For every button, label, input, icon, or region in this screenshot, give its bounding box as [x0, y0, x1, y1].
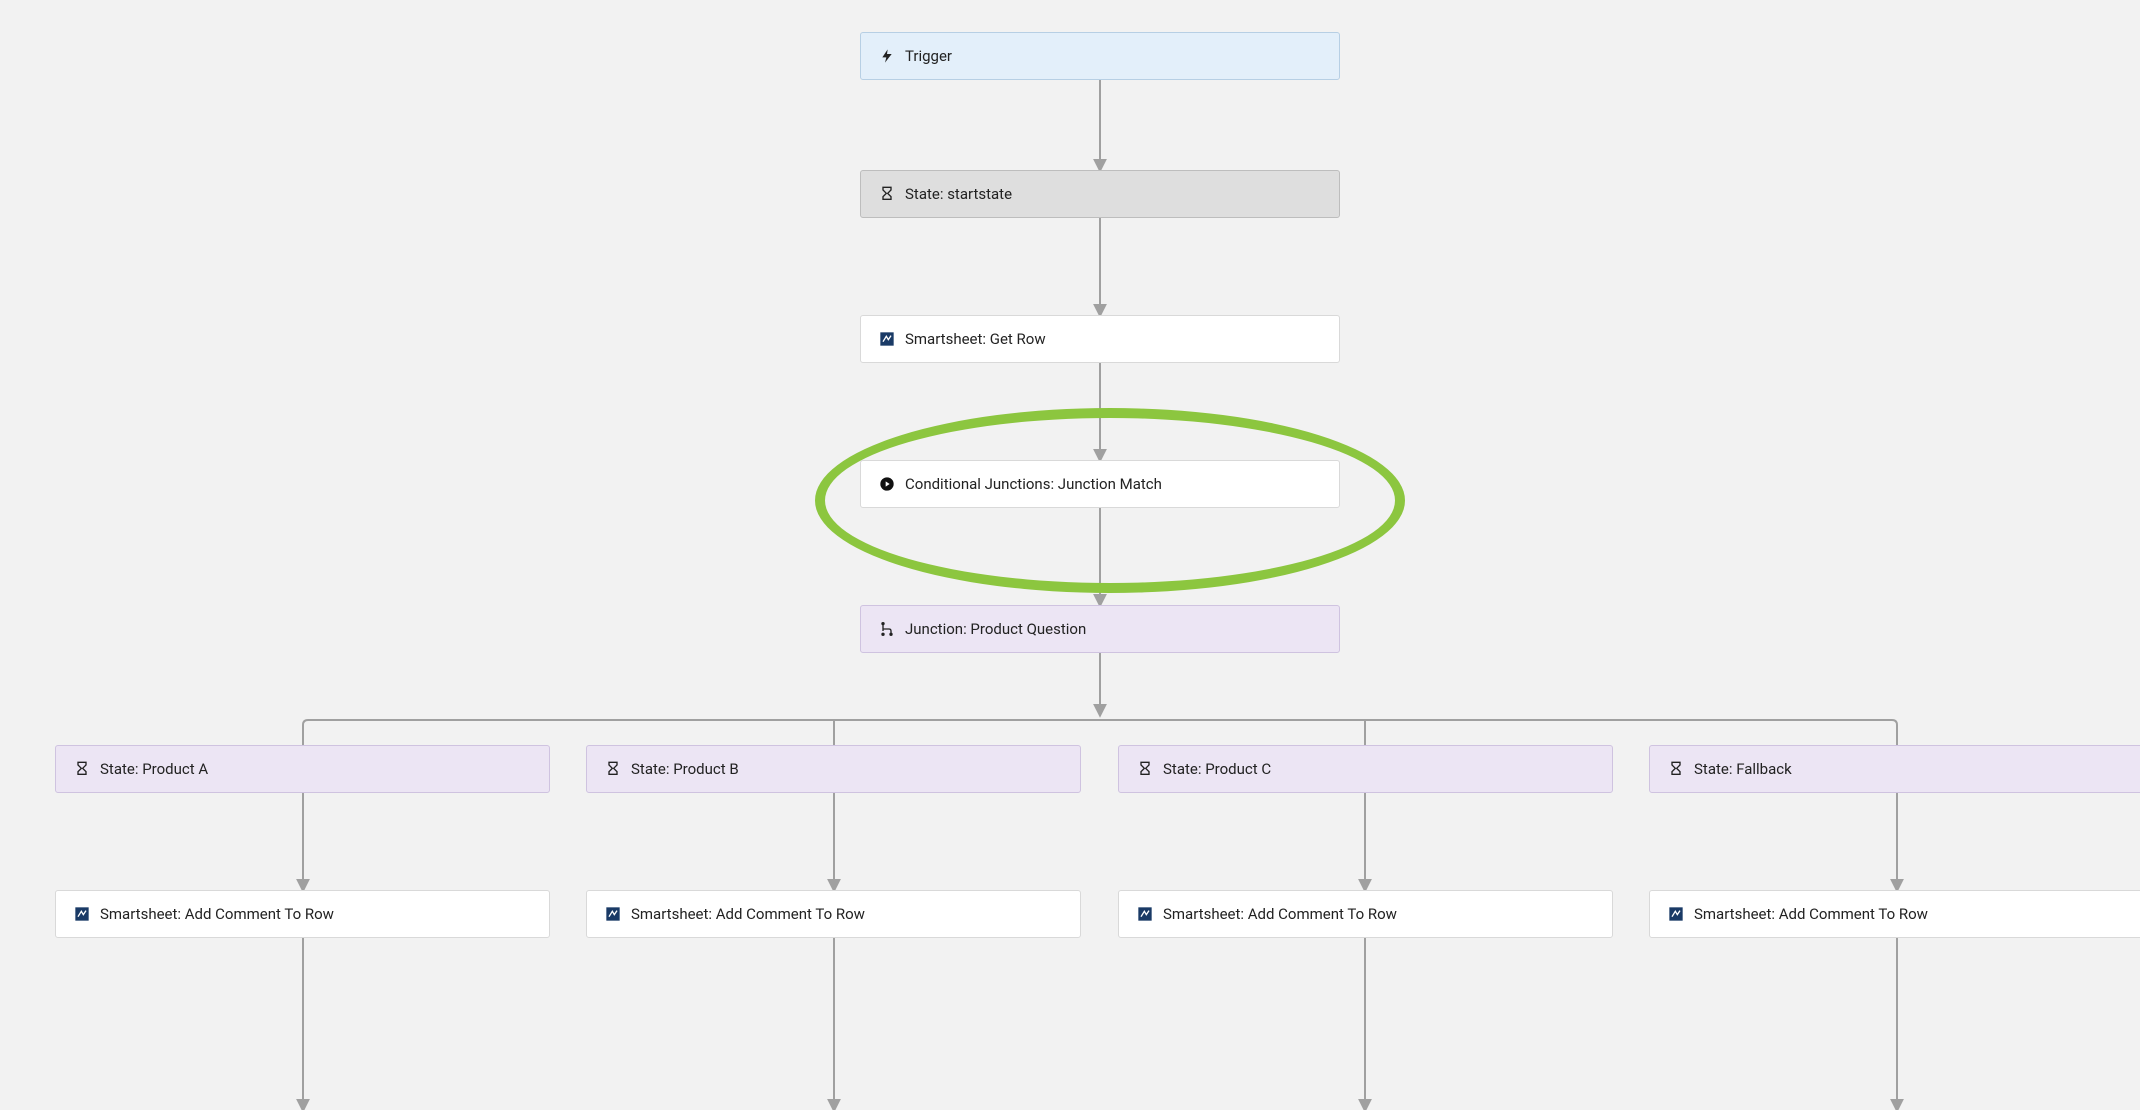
node-state-fallback[interactable]: State: Fallback — [1649, 745, 2140, 793]
node-comment-b[interactable]: Smartsheet: Add Comment To Row — [586, 890, 1081, 938]
hourglass-icon — [74, 761, 90, 777]
node-getrow-label: Smartsheet: Get Row — [905, 330, 1046, 348]
workflow-canvas[interactable]: Trigger State: startstate Smartsheet: Ge… — [0, 0, 2140, 1110]
node-state-product-b-label: State: Product B — [631, 760, 739, 778]
node-state-product-c-label: State: Product C — [1163, 760, 1271, 778]
node-trigger[interactable]: Trigger — [860, 32, 1340, 80]
play-circle-icon — [879, 476, 895, 492]
node-getrow[interactable]: Smartsheet: Get Row — [860, 315, 1340, 363]
hourglass-icon — [879, 186, 895, 202]
lightning-icon — [879, 48, 895, 64]
node-junction-match-label: Conditional Junctions: Junction Match — [905, 475, 1162, 493]
node-comment-a[interactable]: Smartsheet: Add Comment To Row — [55, 890, 550, 938]
branch-icon — [879, 621, 895, 637]
node-comment-b-label: Smartsheet: Add Comment To Row — [631, 905, 865, 923]
node-comment-fallback[interactable]: Smartsheet: Add Comment To Row — [1649, 890, 2140, 938]
node-comment-c[interactable]: Smartsheet: Add Comment To Row — [1118, 890, 1613, 938]
node-comment-a-label: Smartsheet: Add Comment To Row — [100, 905, 334, 923]
hourglass-icon — [1137, 761, 1153, 777]
node-junction[interactable]: Junction: Product Question — [860, 605, 1340, 653]
smartsheet-icon — [605, 906, 621, 922]
node-junction-match[interactable]: Conditional Junctions: Junction Match — [860, 460, 1340, 508]
hourglass-icon — [605, 761, 621, 777]
connectors — [0, 0, 2140, 1110]
node-state-fallback-label: State: Fallback — [1694, 760, 1792, 778]
smartsheet-icon — [74, 906, 90, 922]
node-junction-label: Junction: Product Question — [905, 620, 1086, 638]
smartsheet-icon — [1668, 906, 1684, 922]
node-state-product-b[interactable]: State: Product B — [586, 745, 1081, 793]
node-trigger-label: Trigger — [905, 47, 952, 65]
node-startstate[interactable]: State: startstate — [860, 170, 1340, 218]
hourglass-icon — [1668, 761, 1684, 777]
smartsheet-icon — [879, 331, 895, 347]
node-state-product-a-label: State: Product A — [100, 760, 208, 778]
node-comment-fallback-label: Smartsheet: Add Comment To Row — [1694, 905, 1928, 923]
node-comment-c-label: Smartsheet: Add Comment To Row — [1163, 905, 1397, 923]
node-startstate-label: State: startstate — [905, 185, 1012, 203]
smartsheet-icon — [1137, 906, 1153, 922]
node-state-product-a[interactable]: State: Product A — [55, 745, 550, 793]
node-state-product-c[interactable]: State: Product C — [1118, 745, 1613, 793]
